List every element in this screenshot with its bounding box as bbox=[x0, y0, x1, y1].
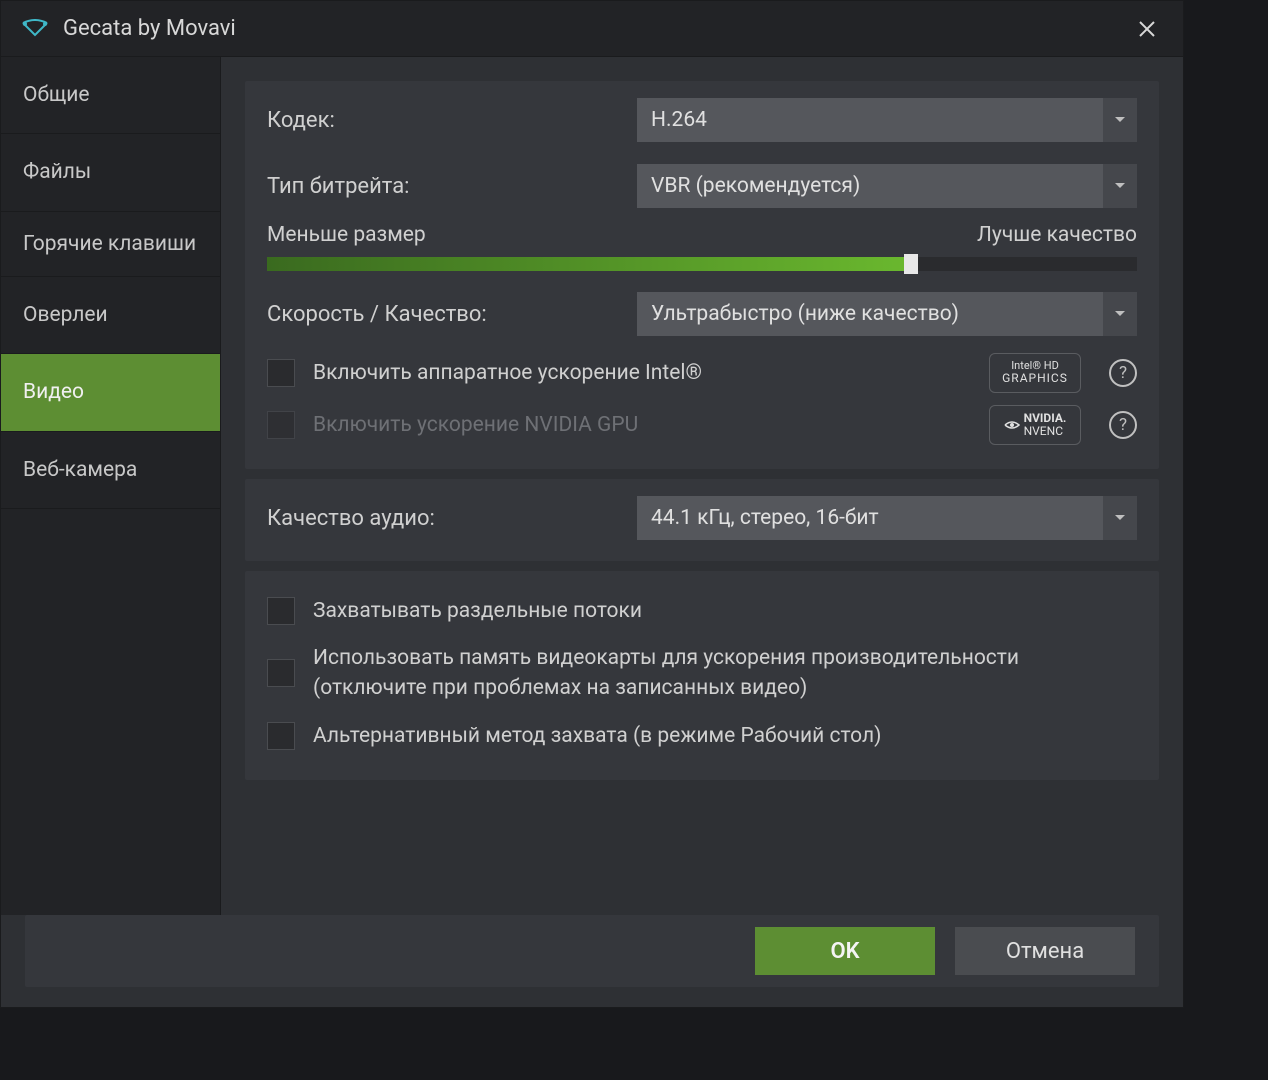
codec-value: H.264 bbox=[651, 108, 707, 132]
alt-capture-label: Альтернативный метод захвата (в режиме Р… bbox=[313, 721, 1137, 751]
nvidia-accel-row: Включить ускорение NVIDIA GPU NVIDIA. NV… bbox=[267, 399, 1137, 451]
slider-thumb[interactable] bbox=[904, 254, 918, 274]
bitrate-label: Тип битрейта: bbox=[267, 174, 637, 199]
nvidia-help-icon[interactable]: ? bbox=[1109, 411, 1137, 439]
quality-slider[interactable] bbox=[267, 257, 1137, 271]
capture-panel: Захватывать раздельные потоки Использова… bbox=[245, 571, 1159, 780]
bitrate-select[interactable]: VBR (рекомендуется) bbox=[637, 164, 1137, 208]
content-area: Кодек: H.264 Тип битрейта: VBR (рекоменд… bbox=[221, 57, 1183, 915]
speed-row: Скорость / Качество: Ультрабыстро (ниже … bbox=[267, 289, 1137, 339]
speed-select[interactable]: Ультрабыстро (ниже качество) bbox=[637, 292, 1137, 336]
separate-streams-row: Захватывать раздельные потоки bbox=[267, 585, 1137, 637]
dropdown-caret-icon bbox=[1103, 164, 1137, 208]
ok-button[interactable]: OK bbox=[755, 927, 935, 975]
sidebar-item-label: Файлы bbox=[23, 160, 91, 184]
intel-accel-row: Включить аппаратное ускорение Intel® Int… bbox=[267, 347, 1137, 399]
sidebar-item-label: Горячие клавиши bbox=[23, 232, 196, 256]
sidebar-item-overlays[interactable]: Оверлеи bbox=[1, 277, 220, 354]
intel-help-icon[interactable]: ? bbox=[1109, 359, 1137, 387]
window-title: Gecata by Movavi bbox=[63, 16, 236, 41]
separate-streams-label: Захватывать раздельные потоки bbox=[313, 596, 1137, 626]
separate-streams-checkbox[interactable] bbox=[267, 597, 295, 625]
gpu-memory-row: Использовать память видеокарты для ускор… bbox=[267, 637, 1137, 710]
slider-left-label: Меньше размер bbox=[267, 223, 426, 247]
intel-accel-checkbox[interactable] bbox=[267, 359, 295, 387]
alt-capture-row: Альтернативный метод захвата (в режиме Р… bbox=[267, 710, 1137, 762]
settings-window: Gecata by Movavi Общие Файлы Горячие кла… bbox=[0, 0, 1184, 1008]
audio-label: Качество аудио: bbox=[267, 506, 637, 531]
sidebar-item-label: Оверлеи bbox=[23, 303, 108, 327]
sidebar-item-webcam[interactable]: Веб-камера bbox=[1, 432, 220, 509]
audio-value: 44.1 кГц, стерео, 16-бит bbox=[651, 506, 879, 530]
sidebar-item-hotkeys[interactable]: Горячие клавиши bbox=[1, 212, 220, 277]
nvidia-eye-icon bbox=[1004, 417, 1020, 433]
speed-value: Ультрабыстро (ниже качество) bbox=[651, 302, 959, 326]
dropdown-caret-icon bbox=[1103, 98, 1137, 142]
audio-select[interactable]: 44.1 кГц, стерео, 16-бит bbox=[637, 496, 1137, 540]
dropdown-caret-icon bbox=[1103, 292, 1137, 336]
slider-right-label: Лучше качество bbox=[977, 223, 1137, 247]
codec-label: Кодек: bbox=[267, 108, 637, 133]
dropdown-caret-icon bbox=[1103, 496, 1137, 540]
bitrate-row: Тип битрейта: VBR (рекомендуется) bbox=[267, 161, 1137, 211]
speed-label: Скорость / Качество: bbox=[267, 302, 637, 327]
sidebar-item-label: Видео bbox=[23, 380, 84, 404]
sidebar-item-label: Общие bbox=[23, 83, 90, 107]
titlebar: Gecata by Movavi bbox=[1, 1, 1183, 57]
sidebar-item-general[interactable]: Общие bbox=[1, 57, 220, 134]
nvidia-accel-label: Включить ускорение NVIDIA GPU bbox=[313, 410, 971, 440]
nvidia-accel-checkbox[interactable] bbox=[267, 411, 295, 439]
sidebar: Общие Файлы Горячие клавиши Оверлеи Виде… bbox=[1, 57, 221, 915]
audio-panel: Качество аудио: 44.1 кГц, стерео, 16-бит bbox=[245, 479, 1159, 561]
video-panel: Кодек: H.264 Тип битрейта: VBR (рекоменд… bbox=[245, 81, 1159, 469]
footer: OK Отмена bbox=[25, 915, 1159, 987]
codec-row: Кодек: H.264 bbox=[267, 95, 1137, 145]
app-logo-icon bbox=[21, 19, 49, 39]
alt-capture-checkbox[interactable] bbox=[267, 722, 295, 750]
cancel-button[interactable]: Отмена bbox=[955, 927, 1135, 975]
gpu-memory-label: Использовать память видеокарты для ускор… bbox=[313, 643, 1137, 704]
intel-accel-label: Включить аппаратное ускорение Intel® bbox=[313, 358, 971, 388]
sidebar-item-video[interactable]: Видео bbox=[1, 354, 220, 431]
audio-row: Качество аудио: 44.1 кГц, стерео, 16-бит bbox=[267, 493, 1137, 543]
window-body: Общие Файлы Горячие клавиши Оверлеи Виде… bbox=[1, 57, 1183, 915]
quality-slider-labels: Меньше размер Лучше качество bbox=[267, 223, 1137, 247]
gpu-memory-checkbox[interactable] bbox=[267, 659, 295, 687]
close-icon[interactable] bbox=[1131, 13, 1163, 45]
nvidia-badge: NVIDIA. NVENC bbox=[989, 405, 1081, 445]
sidebar-item-files[interactable]: Файлы bbox=[1, 134, 220, 211]
intel-badge: Intel® HD GRAPHICS bbox=[989, 353, 1081, 393]
sidebar-item-label: Веб-камера bbox=[23, 458, 137, 482]
codec-select[interactable]: H.264 bbox=[637, 98, 1137, 142]
slider-fill bbox=[267, 257, 911, 271]
bitrate-value: VBR (рекомендуется) bbox=[651, 174, 860, 198]
